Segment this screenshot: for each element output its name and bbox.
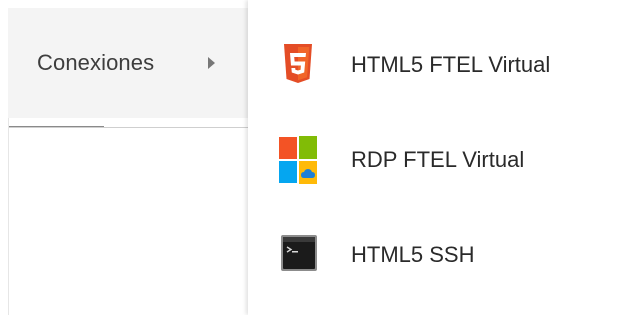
submenu-item-label: HTML5 FTEL Virtual [351,52,551,77]
connections-submenu: HTML5 FTEL Virtual RDP FTEL Virtual HTML… [248,0,625,315]
submenu-item-label: RDP FTEL Virtual [351,147,525,172]
chevron-right-icon [208,57,215,69]
menu-item-conexiones-label: Conexiones [37,50,155,75]
left-menu: Conexiones [0,0,248,315]
terminal-icon [281,235,317,271]
submenu-item-rdp-ftel-virtual[interactable]: RDP FTEL Virtual [248,115,625,205]
menu-divider [8,127,248,128]
submenu-item-html5-ftel-virtual[interactable]: HTML5 FTEL Virtual [248,20,625,110]
submenu-item-label: HTML5 SSH [351,242,475,267]
menu-item-conexiones[interactable]: Conexiones [8,8,248,118]
html5-icon [284,44,312,83]
windows-icon [279,136,317,184]
submenu-item-html5-ssh[interactable]: HTML5 SSH [248,210,625,300]
menu-left-border [8,118,9,315]
